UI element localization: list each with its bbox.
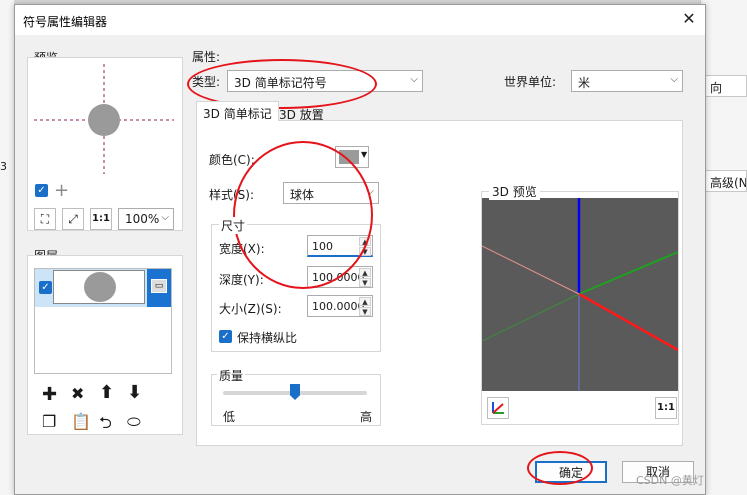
depth-label: 深度(Y): [219,273,264,287]
spin-down-icon[interactable]: ▼ [359,247,371,256]
depth-value: 100.0000 [312,271,365,284]
width-label: 宽度(X): [219,242,265,256]
chevron-down-icon: ▼ [361,150,368,159]
dialog-title: 符号属性编辑器 [23,15,108,29]
size-label: 大小(Z)(S): [219,302,282,316]
move-down-icon[interactable]: ⬇ [127,382,142,403]
chevron-down-icon: ⌵ [366,186,374,197]
axes-toggle-icon[interactable] [487,397,509,419]
style-value: 球体 [290,188,315,202]
style-select[interactable]: 球体 ⌵ [283,182,379,204]
color-label: 颜色(C): [209,153,255,167]
close-icon[interactable]: ✕ [679,9,699,29]
color-picker[interactable]: ▼ [335,146,369,168]
tab-panel: 颜色(C): ▼ 样式(S): 球体 ⌵ 尺寸 宽度(X): 100 ▲ ▼ 深… [196,120,683,446]
reset-layer-icon[interactable]: ⮌ [99,412,112,439]
one-to-one-icon[interactable]: 1:1 [90,208,112,230]
type-value: 3D 简单标记符号 [234,76,327,90]
spin-up-icon[interactable]: ▲ [359,237,371,246]
delete-layer-icon[interactable]: ✖ [71,384,84,403]
zoom-select[interactable]: 100% ⌵ [118,208,174,230]
width-spinbox[interactable]: 100 ▲ ▼ [307,235,373,257]
preview-sphere-symbol [88,104,120,136]
size-group-label: 尺寸 [219,217,248,234]
spin-up-icon[interactable]: ▲ [359,297,371,306]
keep-ratio-checkbox[interactable]: ✓ [219,330,232,343]
move-up-icon[interactable]: ⬆ [99,382,114,403]
preview3d-one-to-one-icon[interactable]: 1:1 [655,397,677,419]
type-label: 类型: [192,75,221,89]
zoom-value: 100% [125,212,160,226]
preview3d-canvas[interactable] [482,198,678,391]
layer-properties-icon: ▭ [151,279,167,293]
tab-3d-simple-marker[interactable]: 3D 简单标记 [196,101,279,121]
preview3d-label: 3D 预览 [489,183,540,200]
width-value: 100 [312,240,333,253]
tag-icon[interactable]: ⬭ [127,412,141,432]
background-cell-direction[interactable]: 向 [703,75,747,97]
quality-low-label: 低 [223,410,236,424]
layer-thumbnail [53,270,145,304]
crosshair-add-icon[interactable]: + [54,180,69,201]
size-value: 100.0000 [312,300,365,313]
style-label: 样式(S): [209,188,255,202]
ok-button[interactable]: 确定 [535,461,607,483]
world-unit-label: 世界单位: [504,75,557,89]
paste-layer-icon[interactable]: 📋 [71,412,91,431]
layers-group: ✓ ▭ ✚ ✖ ⬆ ⬇ ❐ 📋 ⮌ ⬭ [27,255,183,435]
spin-down-icon[interactable]: ▼ [359,307,371,316]
copy-layer-icon[interactable]: ❐ [42,412,56,431]
spin-up-icon[interactable]: ▲ [359,268,371,277]
symbol-preview-canvas [34,64,174,174]
symbol-property-editor-dialog: 符号属性编辑器 ✕ 预览 ✓ + ⛶ ⤢ 1:1 100% ⌵ 图层 ✓ [14,4,706,495]
quality-high-label: 高 [360,410,373,424]
background-right-panel: 向 高级(N) [700,0,747,495]
world-unit-value: 米 [578,76,591,90]
layer-sphere-thumbnail [84,272,116,302]
layer-list: ✓ ▭ [34,268,172,374]
full-extent-icon[interactable]: ⤢ [62,208,84,230]
type-select[interactable]: 3D 简单标记符号 ⌵ [227,70,423,92]
keep-ratio-label: 保持横纵比 [237,331,298,345]
color-swatch [339,150,359,164]
preview-group: ✓ + ⛶ ⤢ 1:1 100% ⌵ [27,57,183,231]
background-left-fragment: 3 [0,160,7,173]
chevron-down-icon: ⌵ [161,212,169,223]
quality-group-label: 质量 [217,367,246,384]
add-layer-icon[interactable]: ✚ [42,384,57,405]
chevron-down-icon: ⌵ [410,74,418,85]
depth-spinbox[interactable]: 100.0000 ▲ ▼ [307,266,373,288]
spin-down-icon[interactable]: ▼ [359,278,371,287]
properties-label: 属性: [192,50,221,64]
watermark-text: CSDN @黄灯 [636,474,704,487]
background-cell-advanced[interactable]: 高级(N) [703,170,747,192]
layer-visible-checkbox[interactable]: ✓ [39,281,52,294]
chevron-down-icon: ⌵ [670,74,678,85]
fit-extent-icon[interactable]: ⛶ [34,208,56,230]
dialog-titlebar[interactable]: 符号属性编辑器 ✕ [15,5,705,35]
preview-checkbox[interactable]: ✓ [35,184,48,197]
layer-lock-button[interactable]: ▭ [147,269,171,307]
layer-row[interactable]: ✓ ▭ [35,269,171,307]
background-left-strip: 3 [0,0,14,495]
world-unit-select[interactable]: 米 ⌵ [571,70,683,92]
size-spinbox[interactable]: 100.0000 ▲ ▼ [307,295,373,317]
